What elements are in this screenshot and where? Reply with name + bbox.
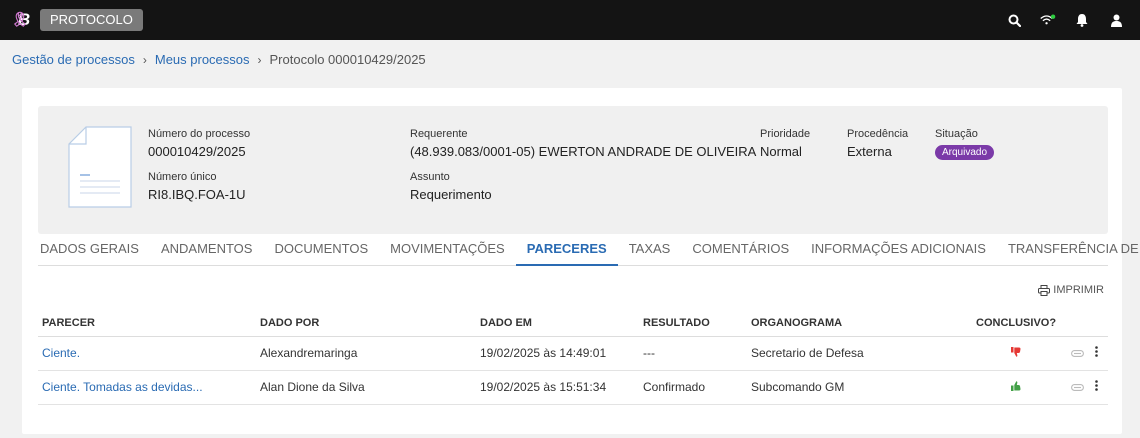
thumbs-down-icon [1011,347,1021,357]
tab-informacoes-adicionais[interactable]: INFORMAÇÕES ADICIONAIS [800,236,997,266]
table-header-row: PARECER DADO POR DADO EM RESULTADO ORGAN… [38,310,1108,337]
dado-em-cell: 19/02/2025 às 14:49:01 [476,336,639,371]
tab-andamentos[interactable]: ANDAMENTOS [150,236,264,266]
col-dado-em[interactable]: DADO EM [476,310,639,337]
situacao-label: Situação [935,128,978,140]
tab-documentos[interactable]: DOCUMENTOS [263,236,379,266]
col-parecer[interactable]: PARECER [38,310,256,337]
logo-mark: 🎗︎ B [10,8,38,32]
procedencia-label: Procedência [847,128,909,140]
parecer-link[interactable]: Ciente. Tomadas as devidas... [38,370,256,405]
breadcrumb-meus-processos[interactable]: Meus processos [155,52,250,67]
parecer-link[interactable]: Ciente. [38,336,256,371]
breadcrumb-separator: › [142,52,147,67]
prioridade-value: Normal [760,144,802,159]
table-row[interactable]: Ciente. Tomadas as devidas... Alan Dione… [38,370,1108,405]
table-row[interactable]: Ciente. Alexandremaringa 19/02/2025 às 1… [38,336,1108,371]
numero-processo-label: Número do processo [148,128,251,140]
tab-pareceres[interactable]: PARECERES [515,236,618,266]
app-name-badge: PROTOCOLO [40,9,143,31]
print-label: IMPRIMIR [1053,284,1104,296]
conclusivo-cell [972,370,1057,405]
dado-por-cell: Alan Dione da Silva [256,370,476,405]
dado-em-cell: 19/02/2025 às 15:51:34 [476,370,639,405]
more-options-icon[interactable] [1095,346,1098,360]
wifi-status-dot [1050,14,1056,19]
col-dado-por[interactable]: DADO POR [256,310,476,337]
col-resultado[interactable]: RESULTADO [639,310,747,337]
assunto-label: Assunto [410,171,450,183]
col-actions [1056,310,1108,337]
col-conclusivo[interactable]: CONCLUSIVO? [972,310,1057,337]
wifi-icon[interactable] [1040,12,1056,28]
organograma-cell: Subcomando GM [747,370,972,405]
tab-taxas[interactable]: TAXAS [618,236,682,266]
numero-processo-value: 000010429/2025 [148,144,246,159]
breadcrumb-gestao-processos[interactable]: Gestão de processos [12,52,135,67]
tab-bar: DADOS GERAIS ANDAMENTOS DOCUMENTOS MOVIM… [38,236,1140,266]
breadcrumb-separator: › [257,52,262,67]
tab-movimentacoes[interactable]: MOVIMENTAÇÕES [379,236,516,266]
attachment-icon[interactable] [1070,346,1084,360]
numero-unico-label: Número único [148,171,217,183]
resultado-cell: --- [639,336,747,371]
bell-icon[interactable] [1074,12,1090,28]
tab-comentarios[interactable]: COMENTÁRIOS [681,236,800,266]
search-icon[interactable] [1006,12,1022,28]
more-options-icon[interactable] [1095,380,1098,394]
resultado-cell: Confirmado [639,370,747,405]
col-organograma[interactable]: ORGANOGRAMA [747,310,972,337]
pareceres-table: PARECER DADO POR DADO EM RESULTADO ORGAN… [38,310,1108,405]
dado-por-cell: Alexandremaringa [256,336,476,371]
breadcrumb-current: Protocolo 000010429/2025 [269,52,426,67]
procedencia-value: Externa [847,144,892,159]
status-badge: Arquivado [935,145,995,160]
requerente-value: (48.939.083/0001-05) EWERTON ANDRADE DE … [410,144,757,159]
tab-transferencia-imovel[interactable]: TRANSFERÊNCIA DE IMÓVEL [997,236,1140,266]
tab-dados-gerais[interactable]: DADOS GERAIS [38,236,150,266]
breadcrumb: Gestão de processos › Meus processos › P… [12,52,426,67]
attachment-icon[interactable] [1070,380,1084,394]
app-logo[interactable]: 🎗︎ B PROTOCOLO [10,8,143,32]
top-bar: 🎗︎ B PROTOCOLO [0,0,1140,40]
thumbs-up-icon [1011,381,1021,391]
process-card: Número do processo 000010429/2025 Número… [22,88,1140,434]
print-button[interactable]: IMPRIMIR [1038,284,1104,296]
organograma-cell: Secretario de Defesa [747,336,972,371]
prioridade-label: Prioridade [760,128,811,140]
requerente-label: Requerente [410,128,468,140]
user-icon[interactable] [1108,12,1124,28]
printer-icon [1038,284,1051,296]
ribbon-icon: 🎗︎ [11,11,29,27]
process-header: Número do processo 000010429/2025 Número… [38,106,1108,234]
assunto-value: Requerimento [410,187,492,202]
row-actions [1056,370,1108,405]
conclusivo-cell [972,336,1057,371]
numero-unico-value: RI8.IBQ.FOA-1U [148,187,246,202]
row-actions [1056,336,1108,371]
document-icon [68,126,132,208]
